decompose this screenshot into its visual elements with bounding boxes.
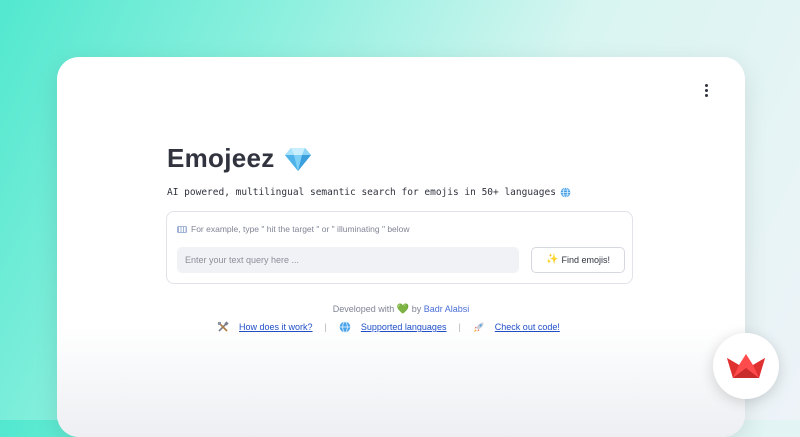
- main-menu-button[interactable]: [699, 81, 713, 99]
- menu-dot: [704, 88, 708, 92]
- app-window: Emojeez AI powered, multilingual semanti…: [57, 57, 745, 437]
- rocket-icon: [473, 322, 484, 332]
- how-it-works-item: How does it work?: [217, 321, 313, 333]
- separator: |: [458, 322, 461, 332]
- menu-dot: [704, 93, 708, 97]
- streamlit-badge-button[interactable]: [713, 333, 779, 399]
- query-input[interactable]: [177, 247, 519, 273]
- globe-icon: [560, 187, 571, 198]
- supported-languages-item: Supported languages: [339, 321, 447, 333]
- credit-line: Developed with 💚 by Badr Alabsi: [57, 304, 745, 315]
- hint-text: For example, type " hit the target " or …: [191, 224, 410, 234]
- globe-icon: [339, 321, 351, 333]
- tools-icon: [218, 321, 229, 332]
- menu-dot: [704, 83, 708, 87]
- subtitle: AI powered, multilingual semantic search…: [167, 187, 571, 198]
- find-emojis-button[interactable]: ✨ Find emojis!: [531, 247, 625, 273]
- streamlit-crown-icon: [727, 354, 765, 378]
- page-title: Emojeez: [167, 143, 275, 173]
- search-form: For example, type " hit the target " or …: [166, 211, 633, 284]
- separator: |: [324, 322, 327, 332]
- author-link[interactable]: Badr Alabsi: [424, 304, 470, 314]
- green-heart-icon: 💚: [396, 304, 410, 315]
- bottom-fade: [57, 327, 745, 437]
- input-hint: For example, type " hit the target " or …: [177, 224, 410, 234]
- keyboard-icon: [177, 225, 187, 233]
- title-row: Emojeez: [167, 143, 313, 174]
- find-emojis-label: Find emojis!: [561, 255, 610, 265]
- subtitle-text: AI powered, multilingual semantic search…: [167, 187, 556, 198]
- credit-by: by: [411, 304, 422, 314]
- credit-prefix: Developed with: [332, 304, 395, 314]
- check-out-code-item: Check out code!: [473, 321, 560, 333]
- how-it-works-link[interactable]: How does it work?: [239, 322, 313, 332]
- check-out-code-link[interactable]: Check out code!: [495, 322, 560, 332]
- gem-icon: [284, 147, 311, 171]
- sparkles-icon: ✨: [546, 254, 559, 265]
- supported-languages-link[interactable]: Supported languages: [361, 322, 447, 332]
- footer-links: How does it work? | Supported languages …: [217, 321, 560, 333]
